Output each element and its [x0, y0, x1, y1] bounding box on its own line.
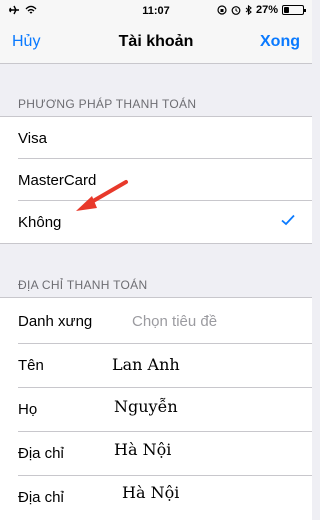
- battery-icon: [282, 5, 306, 15]
- first-name-row[interactable]: Tên Lan Anh: [18, 344, 312, 388]
- battery-fill: [284, 7, 289, 13]
- first-name-label: Tên: [18, 357, 44, 374]
- payment-option-mastercard[interactable]: MasterCard: [18, 159, 312, 201]
- billing-address-group: Danh xưng Chọn tiêu đề Tên Lan Anh Họ Ng…: [0, 297, 312, 520]
- checkmark-icon: [281, 214, 295, 226]
- payment-option-visa[interactable]: Visa: [18, 117, 312, 159]
- alarm-icon: [231, 6, 241, 15]
- last-name-field[interactable]: Nguyễn: [114, 397, 178, 416]
- billing-address-header: ĐỊA CHỈ THANH TOÁN: [18, 278, 148, 292]
- bluetooth-icon: [245, 5, 252, 15]
- status-bar: 11:07 27%: [0, 0, 312, 22]
- first-name-field[interactable]: Lan Anh: [112, 355, 180, 374]
- address2-row[interactable]: Địa chỉ Hà Nội: [18, 476, 312, 520]
- payment-option-none[interactable]: Không: [18, 201, 312, 243]
- address1-row[interactable]: Địa chỉ Hà Nội: [18, 432, 312, 476]
- status-right: 27%: [217, 4, 306, 16]
- battery-percent: 27%: [255, 4, 278, 16]
- address1-label: Địa chỉ: [18, 445, 64, 462]
- title-label: Danh xưng: [18, 313, 93, 330]
- last-name-row[interactable]: Họ Nguyễn: [18, 388, 312, 432]
- annotation-arrow-icon: [76, 180, 128, 211]
- payment-method-group: Visa MasterCard Không: [0, 116, 312, 244]
- address2-label: Địa chỉ: [18, 489, 64, 506]
- address2-field[interactable]: Hà Nội: [122, 483, 179, 502]
- title-row[interactable]: Danh xưng Chọn tiêu đề: [18, 298, 312, 344]
- payment-option-label: Không: [18, 214, 62, 231]
- lock-rotation-icon: [217, 5, 227, 15]
- payment-method-header: PHƯƠNG PHÁP THANH TOÁN: [18, 97, 197, 111]
- title-picker[interactable]: Chọn tiêu đề: [132, 313, 217, 330]
- last-name-label: Họ: [18, 401, 38, 418]
- payment-option-label: Visa: [18, 130, 47, 147]
- done-button[interactable]: Xong: [260, 33, 300, 51]
- navigation-bar: Hủy Tài khoản Xong: [0, 22, 312, 64]
- address1-field[interactable]: Hà Nội: [114, 440, 171, 459]
